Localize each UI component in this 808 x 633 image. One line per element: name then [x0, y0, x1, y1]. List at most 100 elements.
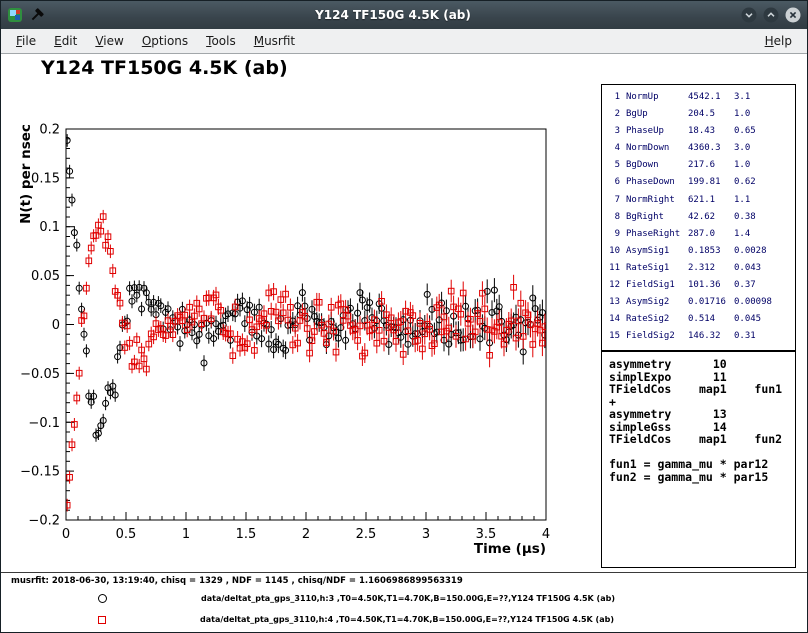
parameter-error: 1.1 [734, 192, 795, 209]
parameter-error: 0.0028 [734, 243, 795, 260]
parameter-error: 0.62 [734, 174, 795, 191]
parameter-value: 42.62 [688, 209, 728, 226]
menubar: FileEditViewOptionsToolsMusrfit Help [1, 29, 807, 54]
parameter-error: 0.65 [734, 123, 795, 140]
parameter-error: 1.4 [734, 226, 795, 243]
menu-help[interactable]: Help [756, 31, 801, 51]
parameter-row: 9 PhaseRight 287.0 1.4 [602, 226, 795, 243]
parameter-value: 4542.1 [688, 89, 728, 106]
menu-options[interactable]: Options [133, 31, 197, 51]
parameter-name: RateSig2 [626, 311, 682, 328]
parameter-row: 10AsymSig10.18530.0028 [602, 243, 795, 260]
svg-text:0: 0 [52, 318, 60, 333]
parameter-name: PhaseDown [626, 174, 682, 191]
parameter-name: BgRight [626, 209, 682, 226]
parameter-row: 15FieldSig2146.320.31 [602, 328, 795, 345]
svg-text:1: 1 [182, 527, 190, 542]
app-window: Y124 TF150G 4.5K (ab) FileEditViewOption… [0, 0, 808, 633]
close-button[interactable] [785, 7, 801, 23]
parameter-num: 6 [606, 174, 620, 191]
parameter-name: NormDown [626, 140, 682, 157]
hammer-icon [29, 7, 45, 23]
menu-view[interactable]: View [86, 31, 132, 51]
parameter-num: 15 [606, 328, 620, 345]
parameter-error: 1.0 [734, 157, 795, 174]
svg-text:−0.1: −0.1 [28, 416, 60, 431]
plot-title: Y124 TF150G 4.5K (ab) [41, 57, 288, 79]
parameter-error: 0.38 [734, 209, 795, 226]
parameter-row: 11RateSig12.3120.043 [602, 260, 795, 277]
parameter-value: 199.81 [688, 174, 728, 191]
parameter-num: 14 [606, 311, 620, 328]
window-title: Y124 TF150G 4.5K (ab) [51, 8, 735, 22]
svg-text:0.5: 0.5 [116, 527, 137, 542]
parameter-name: RateSig1 [626, 260, 682, 277]
parameter-row: 4NormDown4360.33.0 [602, 140, 795, 157]
svg-text:0.15: 0.15 [31, 171, 60, 186]
parameter-error: 3.1 [734, 89, 795, 106]
parameter-name: NormRight [626, 192, 682, 209]
parameter-value: 621.1 [688, 192, 728, 209]
plot-legend: data/deltat_pta_gps_3110,h:3 ,T0=4.50K,T… [1, 588, 807, 630]
parameter-num: 2 [606, 106, 620, 123]
parameter-name: PhaseRight [626, 226, 682, 243]
parameter-value: 0.1853 [688, 243, 728, 260]
parameter-num: 9 [606, 226, 620, 243]
footer-divider [1, 572, 807, 573]
parameter-value: 0.01716 [688, 294, 728, 311]
parameter-value: 204.5 [688, 106, 728, 123]
parameter-row: 14RateSig20.5140.045 [602, 311, 795, 328]
parameter-num: 8 [606, 209, 620, 226]
legend-item: data/deltat_pta_gps_3110,h:4 ,T0=4.50K,T… [1, 609, 807, 630]
app-icon[interactable] [7, 7, 23, 23]
svg-text:1.5: 1.5 [236, 527, 257, 542]
fit-status-line: musrfit: 2018-06-30, 13:19:40, chisq = 1… [11, 576, 463, 586]
parameter-value: 217.6 [688, 157, 728, 174]
svg-text:3.5: 3.5 [476, 527, 497, 542]
svg-text:−0.2: −0.2 [28, 514, 60, 529]
parameter-value: 101.36 [688, 277, 728, 294]
parameter-num: 1 [606, 89, 620, 106]
parameter-row: 2BgUp204.51.0 [602, 106, 795, 123]
svg-text:0.05: 0.05 [31, 269, 60, 284]
open-circle-icon [98, 594, 107, 603]
minimize-button[interactable] [741, 7, 757, 23]
menu-edit[interactable]: Edit [45, 31, 86, 51]
svg-text:2: 2 [302, 527, 310, 542]
fit-parameters-panel: 1NormUp4542.13.12BgUp204.51.03PhaseUp18.… [601, 84, 796, 351]
menu-file[interactable]: File [7, 31, 45, 51]
titlebar[interactable]: Y124 TF150G 4.5K (ab) [1, 1, 807, 29]
parameter-value: 146.32 [688, 328, 728, 345]
parameter-value: 2.312 [688, 260, 728, 277]
parameter-name: FieldSig1 [626, 277, 682, 294]
parameter-row: 1NormUp4542.13.1 [602, 89, 795, 106]
svg-text:0.1: 0.1 [39, 220, 60, 235]
theory-line: fun2 = gamma_mu * par15 [609, 471, 795, 484]
parameter-num: 3 [606, 123, 620, 140]
parameter-name: AsymSig2 [626, 294, 682, 311]
parameter-name: BgUp [626, 106, 682, 123]
parameter-error: 0.37 [734, 277, 795, 294]
parameter-num: 5 [606, 157, 620, 174]
parameter-value: 287.0 [688, 226, 728, 243]
parameter-num: 12 [606, 277, 620, 294]
parameter-error: 0.31 [734, 328, 795, 345]
theory-line: TFieldCos map1 fun1 [609, 383, 795, 396]
legend-item: data/deltat_pta_gps_3110,h:3 ,T0=4.50K,T… [1, 588, 807, 609]
parameter-num: 7 [606, 192, 620, 209]
parameter-num: 13 [606, 294, 620, 311]
parameter-row: 3PhaseUp18.430.65 [602, 123, 795, 140]
plot-canvas[interactable]: 00.511.522.533.540.20.150.10.050−0.05−0.… [1, 54, 601, 574]
parameter-error: 0.043 [734, 260, 795, 277]
menu-tools[interactable]: Tools [197, 31, 245, 51]
parameter-value: 4360.3 [688, 140, 728, 157]
maximize-button[interactable] [763, 7, 779, 23]
svg-text:Time (μs): Time (μs) [474, 541, 546, 557]
svg-text:4: 4 [542, 527, 550, 542]
parameter-value: 18.43 [688, 123, 728, 140]
parameter-error: 0.00098 [734, 294, 795, 311]
theory-line: asymmetry 13 [609, 408, 795, 421]
parameter-name: BgDown [626, 157, 682, 174]
parameter-num: 10 [606, 243, 620, 260]
menu-musrfit[interactable]: Musrfit [245, 31, 304, 51]
